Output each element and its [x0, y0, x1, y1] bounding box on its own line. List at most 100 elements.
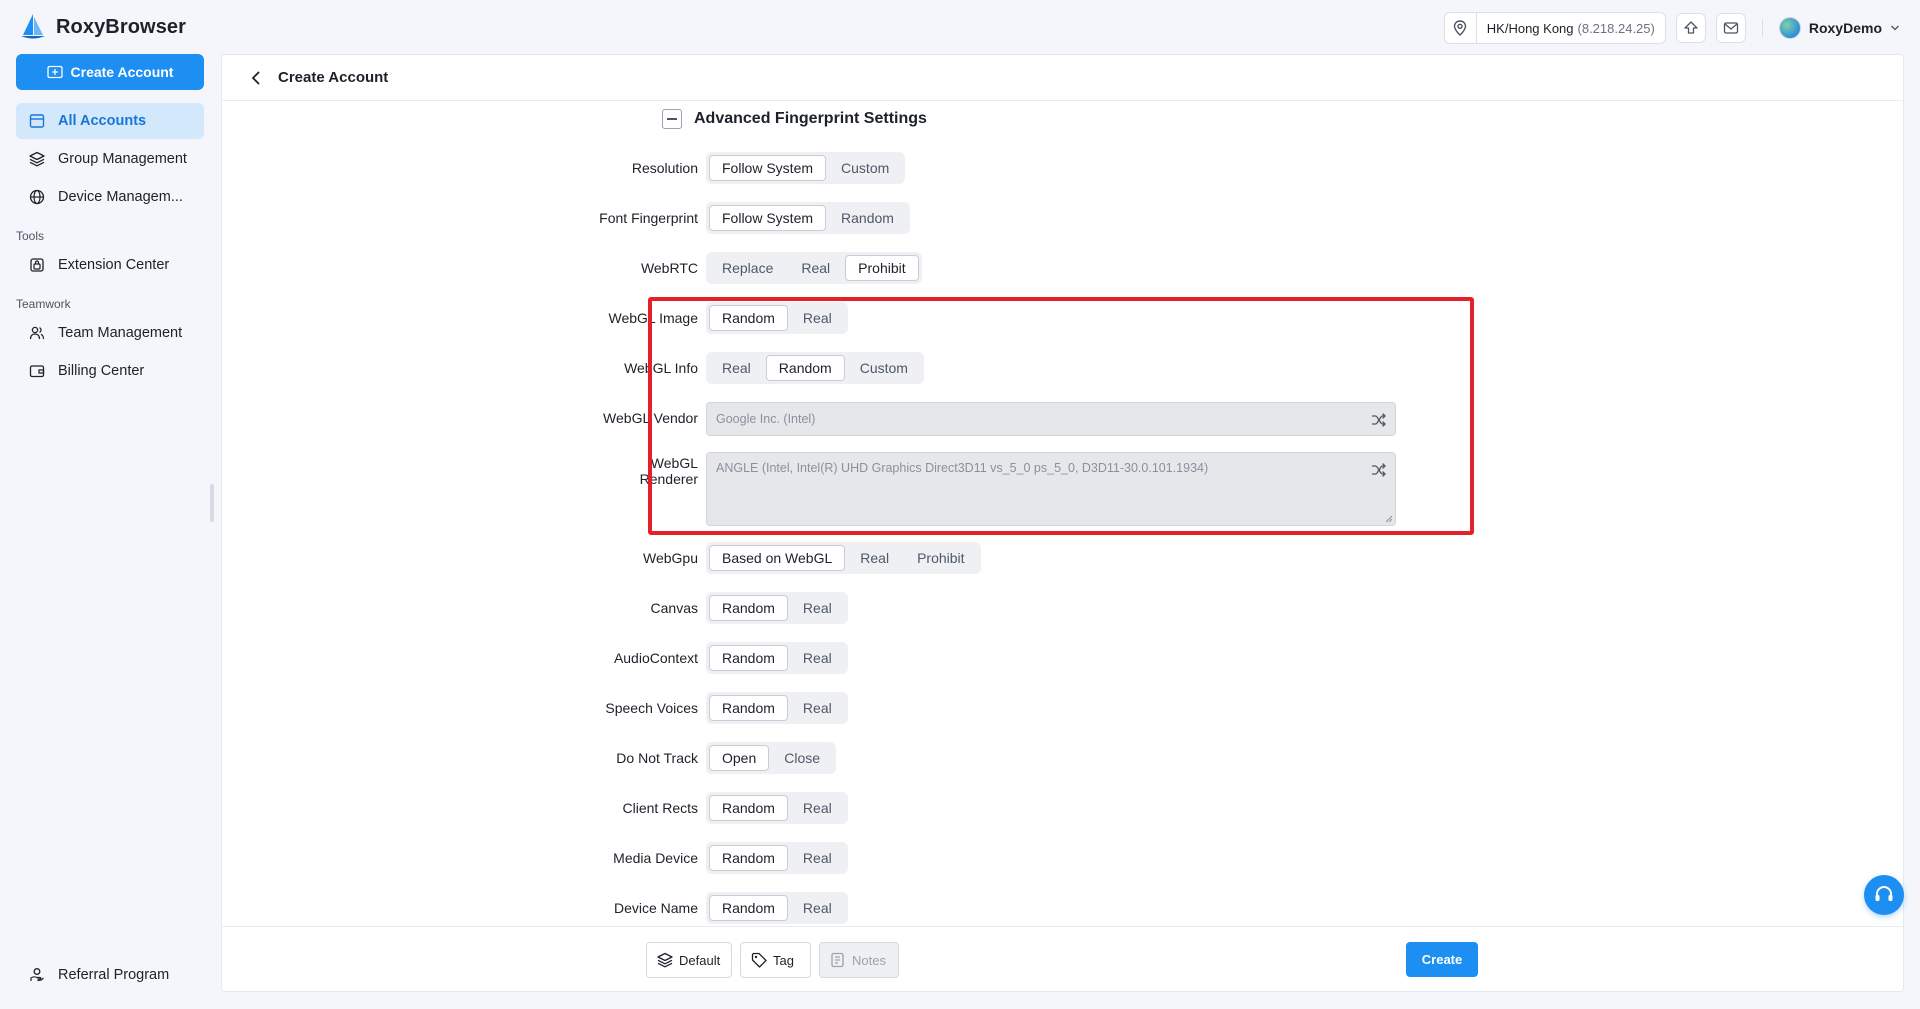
sidebar-item-device-management[interactable]: Device Managem... — [16, 179, 204, 215]
setting-label: WebGpu — [643, 550, 698, 566]
team-icon — [28, 324, 46, 342]
avatar — [1778, 17, 1801, 39]
wallet-icon — [28, 362, 46, 380]
sidebar-item-billing-center[interactable]: Billing Center — [16, 353, 204, 389]
setting-audiocontext: AudioContext Random Real — [562, 642, 848, 674]
tag-button[interactable]: Tag — [740, 942, 811, 978]
option-real[interactable]: Real — [788, 255, 843, 281]
upload-icon — [1684, 21, 1698, 34]
default-label: Default — [679, 952, 721, 968]
resize-grip-icon[interactable] — [1385, 515, 1393, 523]
back-arrow-icon[interactable] — [250, 71, 262, 85]
sidebar-item-referral-program[interactable]: Referral Program — [16, 957, 204, 993]
layers-icon — [657, 952, 673, 968]
setting-device-name: Device Name Random Real — [562, 892, 848, 924]
messages-button[interactable] — [1715, 13, 1746, 43]
setting-font-fingerprint: Font Fingerprint Follow System Random — [562, 202, 910, 234]
sidebar-item-extension-center[interactable]: Extension Center — [16, 247, 204, 283]
label-line: WebGL — [650, 455, 698, 471]
upgrade-button[interactable] — [1675, 13, 1706, 43]
option-real[interactable]: Real — [847, 545, 902, 571]
referral-icon — [28, 966, 46, 984]
option-random[interactable]: Random — [709, 895, 788, 921]
setting-label: Client Rects — [622, 800, 698, 816]
notes-label: Notes — [852, 952, 886, 968]
sidebar-item-label: Extension Center — [58, 257, 170, 273]
default-button[interactable]: Default — [646, 942, 732, 978]
option-open[interactable]: Open — [709, 745, 770, 771]
segmented-control: Based on WebGL Real Prohibit — [706, 542, 981, 574]
ip-text: (8.218.24.25) — [1577, 20, 1655, 36]
user-menu[interactable]: RoxyDemo — [1778, 17, 1900, 39]
collapse-icon[interactable] — [662, 109, 682, 129]
setting-webgl-info: WebGL Info Real Random Custom — [562, 352, 924, 384]
option-replace[interactable]: Replace — [709, 255, 786, 281]
sidebar-item-all-accounts[interactable]: All Accounts — [16, 103, 204, 139]
segmented-control: Random Real — [706, 642, 848, 674]
option-custom[interactable]: Custom — [828, 155, 902, 181]
option-random[interactable]: Random — [765, 355, 845, 381]
option-real[interactable]: Real — [790, 795, 845, 821]
option-random[interactable]: Random — [709, 595, 788, 621]
webgl-renderer-textarea[interactable]: ANGLE (Intel, Intel(R) UHD Graphics Dire… — [706, 452, 1396, 526]
tag-icon — [751, 952, 767, 968]
sidebar-item-group-management[interactable]: Group Management — [16, 141, 204, 177]
option-random[interactable]: Random — [709, 305, 788, 331]
page-footer — [222, 926, 1903, 991]
option-real[interactable]: Real — [790, 595, 845, 621]
create-button[interactable]: Create — [1406, 942, 1478, 977]
setting-label: Device Name — [613, 900, 698, 916]
option-custom[interactable]: Custom — [847, 355, 921, 381]
setting-webgl-renderer: WebGL Renderer ANGLE (Intel, Intel(R) UH… — [562, 452, 1396, 526]
option-random[interactable]: Random — [709, 795, 788, 821]
option-random[interactable]: Random — [709, 845, 788, 871]
option-close[interactable]: Close — [771, 745, 833, 771]
setting-webgpu: WebGpu Based on WebGL Real Prohibit — [562, 542, 981, 574]
option-random[interactable]: Random — [709, 645, 788, 671]
segmented-control: Random Real — [706, 842, 848, 874]
setting-label: WebGL Info — [624, 360, 698, 376]
setting-label: WebGL Renderer — [562, 452, 706, 487]
option-random[interactable]: Random — [828, 205, 907, 231]
setting-label: Do Not Track — [616, 750, 698, 766]
webgl-vendor-input[interactable]: Google Inc. (Intel) — [706, 402, 1396, 436]
option-prohibit[interactable]: Prohibit — [904, 545, 977, 571]
option-real[interactable]: Real — [790, 845, 845, 871]
segmented-control: Follow System Random — [706, 202, 910, 234]
sidebar-resize-handle[interactable] — [210, 484, 214, 522]
option-real[interactable]: Real — [709, 355, 764, 381]
option-real[interactable]: Real — [790, 305, 845, 331]
section-heading-tools: Tools — [16, 229, 45, 243]
option-based-on-webgl[interactable]: Based on WebGL — [709, 545, 846, 571]
option-real[interactable]: Real — [790, 895, 845, 921]
option-random[interactable]: Random — [709, 695, 788, 721]
accounts-icon — [28, 112, 46, 130]
create-account-label: Create Account — [70, 64, 174, 80]
sidebar-item-label: Referral Program — [58, 967, 170, 983]
setting-label: Media Device — [613, 850, 698, 866]
notes-button[interactable]: Notes — [819, 942, 899, 978]
setting-speech-voices: Speech Voices Random Real — [562, 692, 848, 724]
create-account-button[interactable]: Create Account — [16, 54, 204, 90]
sidebar-item-label: Billing Center — [58, 363, 145, 379]
setting-label: WebRTC — [640, 260, 698, 276]
webgl-renderer-value: ANGLE (Intel, Intel(R) UHD Graphics Dire… — [716, 461, 1209, 475]
sidebar-item-team-management[interactable]: Team Management — [16, 315, 204, 351]
proxy-location[interactable]: HK/Hong Kong (8.218.24.25) — [1443, 12, 1666, 44]
shuffle-icon[interactable] — [1371, 412, 1387, 428]
brand: RoxyBrowser — [20, 13, 186, 41]
setting-label: Speech Voices — [605, 700, 698, 716]
support-button[interactable] — [1864, 875, 1904, 915]
segmented-control: Random Real — [706, 302, 848, 334]
setting-canvas: Canvas Random Real — [562, 592, 848, 624]
option-real[interactable]: Real — [790, 695, 845, 721]
option-follow-system[interactable]: Follow System — [709, 205, 827, 231]
option-follow-system[interactable]: Follow System — [709, 155, 827, 181]
webgl-vendor-value: Google Inc. (Intel) — [716, 412, 816, 426]
segmented-control: Random Real — [706, 792, 848, 824]
notes-icon — [831, 952, 844, 968]
option-prohibit[interactable]: Prohibit — [845, 255, 919, 281]
shuffle-icon[interactable] — [1371, 462, 1387, 478]
option-real[interactable]: Real — [790, 645, 845, 671]
setting-label: Canvas — [650, 600, 698, 616]
